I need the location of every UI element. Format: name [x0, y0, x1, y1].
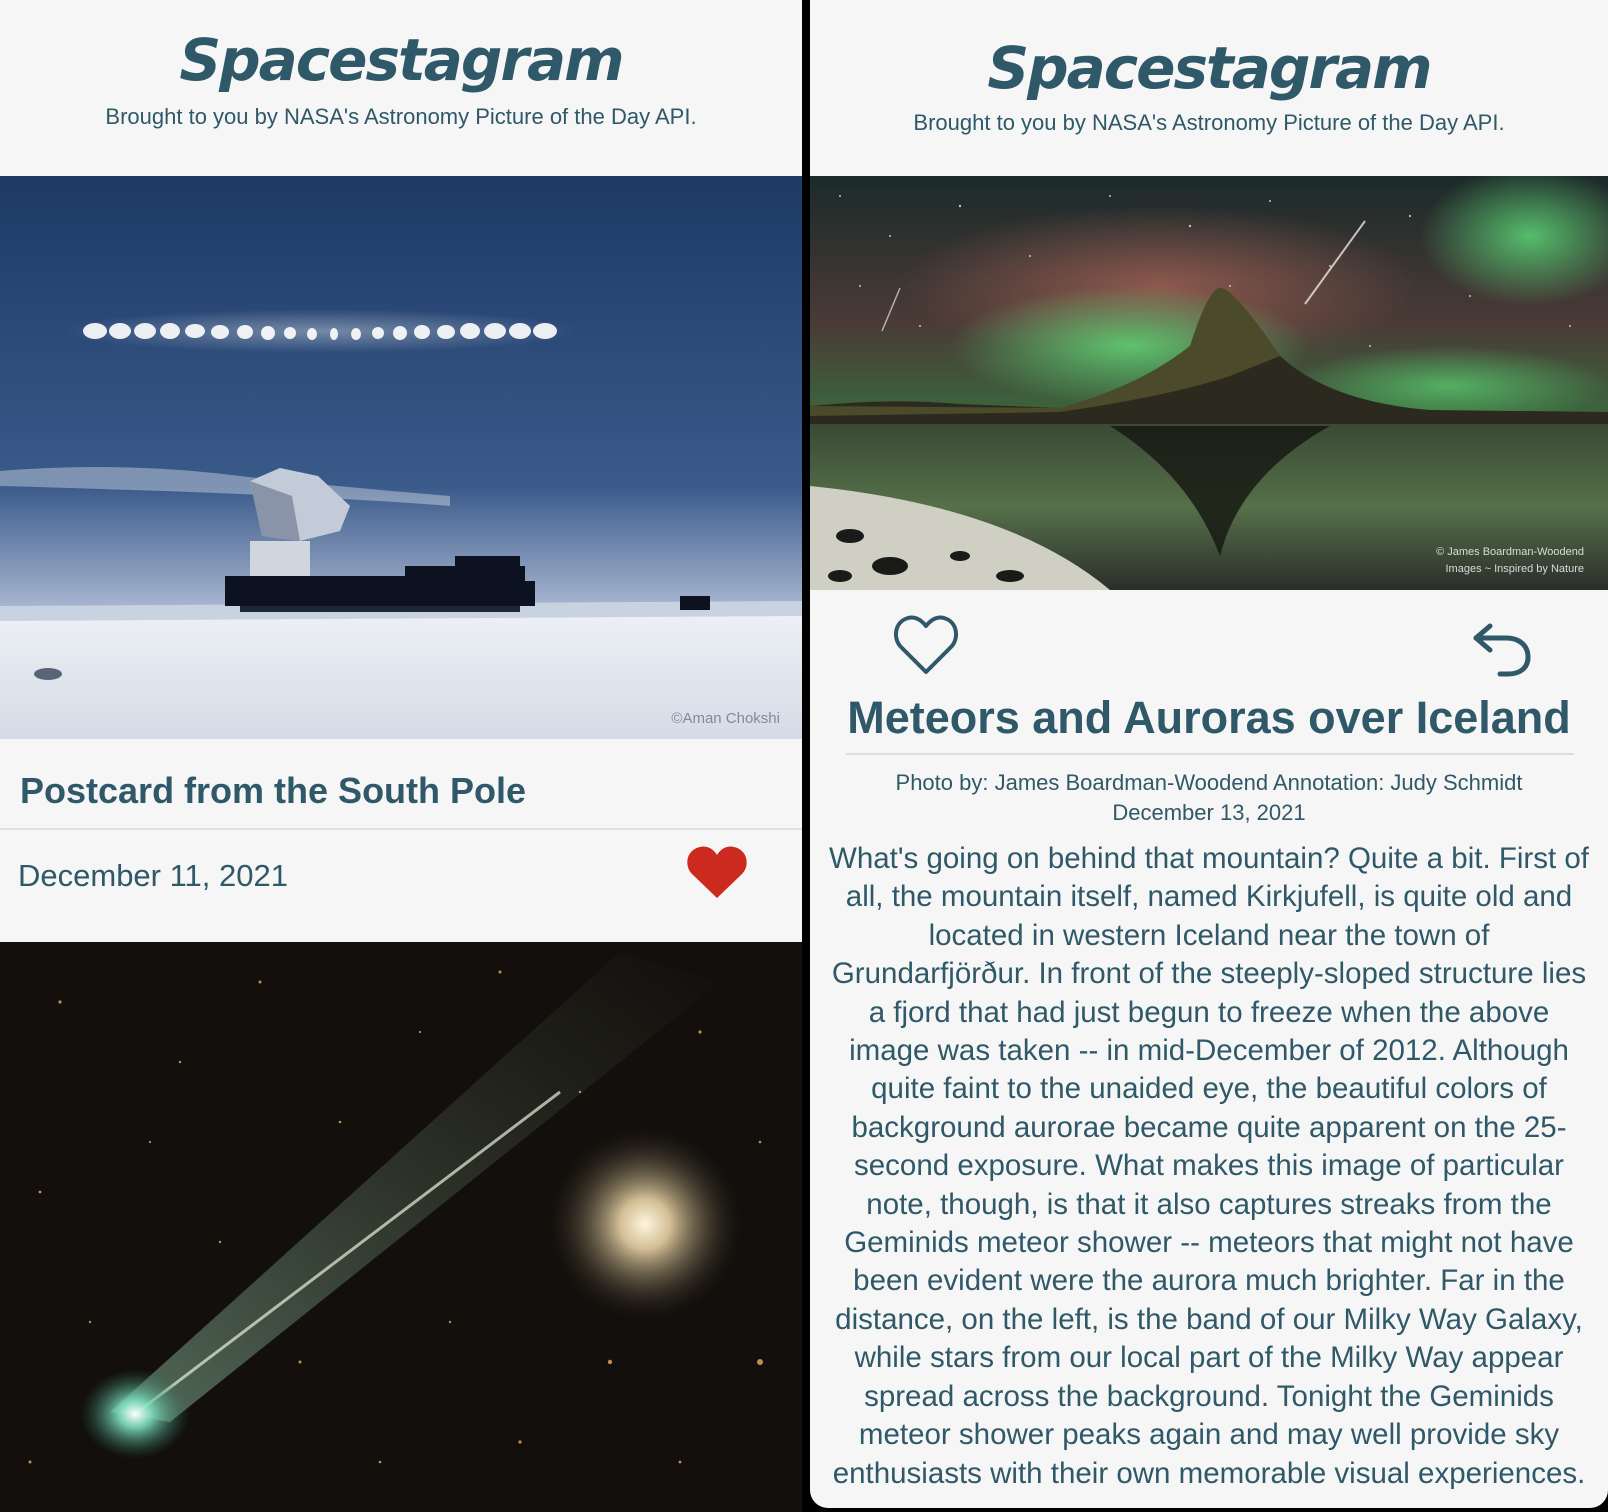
post-title[interactable]: Postcard from the South Pole: [20, 770, 526, 812]
heart-outline-icon[interactable]: [893, 614, 959, 676]
divider: [846, 753, 1574, 755]
image-credit-line-2: Images ~ Inspired by Nature: [1445, 563, 1585, 575]
aurora-photo: [810, 176, 1608, 590]
post-date: December 11, 2021: [18, 858, 288, 893]
detail-image-iceland: © James Boardman-Woodend Images ~ Inspir…: [810, 176, 1608, 590]
post-image-comet[interactable]: [0, 942, 802, 1512]
app-title: Spacestagram: [987, 34, 1432, 102]
divider: [0, 828, 802, 830]
image-credit: © James Boardman-Woodend Images ~ Inspir…: [1436, 544, 1584, 578]
app-subtitle: Brought to you by NASA's Astronomy Pictu…: [105, 104, 697, 129]
post-image-south-pole[interactable]: ©Aman Chokshi: [0, 176, 802, 739]
heart-filled-icon[interactable]: [686, 844, 748, 900]
feed-screen: Spacestagram Brought to you by NASA's As…: [0, 0, 802, 1512]
south-pole-photo: [0, 176, 802, 739]
image-credit: ©Aman Chokshi: [671, 710, 780, 727]
comet-photo: [0, 942, 802, 1512]
image-credit-line-1: © James Boardman-Woodend: [1436, 546, 1584, 558]
app-title: Spacestagram: [179, 26, 624, 94]
back-arrow-icon[interactable]: [1470, 620, 1534, 678]
app-subtitle: Brought to you by NASA's Astronomy Pictu…: [913, 110, 1505, 135]
